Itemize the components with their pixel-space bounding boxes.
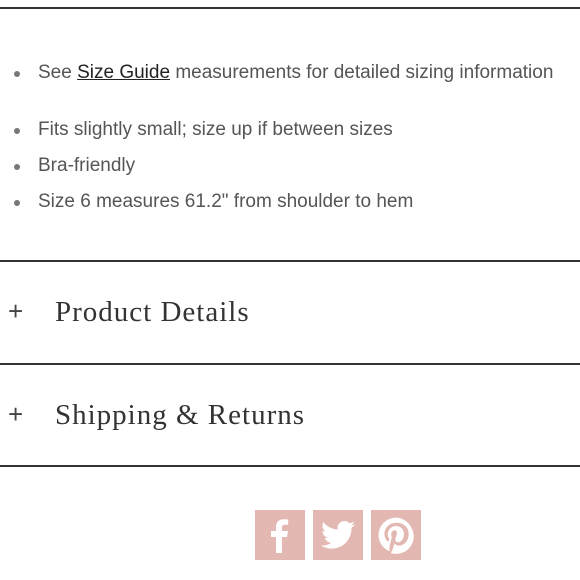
bullet-icon <box>14 71 20 77</box>
twitter-share-button[interactable] <box>313 510 363 560</box>
list-item-text: Bra-friendly <box>38 155 136 176</box>
accordion-title: Shipping & Returns <box>55 399 306 431</box>
divider-top <box>0 7 580 9</box>
facebook-icon <box>271 519 289 553</box>
accordion-product-details[interactable]: + Product Details <box>0 262 580 362</box>
list-item-text: Size 6 measures 61.2" from shoulder to h… <box>38 191 414 212</box>
twitter-icon <box>321 520 355 549</box>
bullet-icon <box>14 128 20 134</box>
pinterest-share-button[interactable] <box>371 510 421 560</box>
bullet-icon <box>14 164 20 170</box>
accordion-title: Product Details <box>55 296 250 328</box>
list-item-text: measurements for detailed sizing informa… <box>170 62 554 83</box>
list-item-text: Fits slightly small; size up if between … <box>38 119 393 140</box>
expand-plus-icon: + <box>8 296 24 326</box>
list-item-text: See <box>38 62 78 83</box>
divider <box>0 465 580 467</box>
bullet-icon <box>14 200 20 206</box>
facebook-share-button[interactable] <box>255 510 305 560</box>
accordion-shipping-returns[interactable]: + Shipping & Returns <box>0 365 580 465</box>
size-guide-link[interactable]: Size Guide <box>77 62 170 83</box>
expand-plus-icon: + <box>8 399 24 429</box>
pinterest-icon <box>378 517 414 554</box>
